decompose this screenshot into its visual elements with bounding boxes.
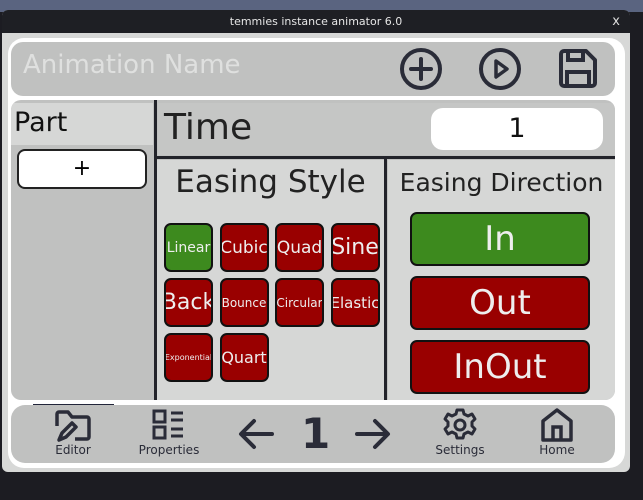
easing-direction-in-button[interactable]: In (410, 212, 590, 266)
editor-tab[interactable]: Editor (33, 407, 113, 457)
animation-name-bar: Animation Name (11, 42, 615, 96)
easing-style-linear-button[interactable]: Linear (164, 223, 213, 272)
window-title: temmies instance animator 6.0 (229, 15, 403, 28)
title-bar: temmies instance animator 6.0 x (2, 10, 630, 33)
divider (384, 159, 387, 400)
properties-tab[interactable]: Properties (129, 407, 209, 457)
main-panel: Part + Time 1 Easing Style Linear Cubic Qu… (11, 100, 615, 400)
add-part-button[interactable]: + (17, 149, 147, 189)
easing-direction-panel: Easing Direction In Out InOut (388, 160, 615, 400)
home-icon (541, 408, 573, 442)
settings-label: Settings (435, 443, 485, 457)
easing-style-bounce-button[interactable]: Bounce (219, 278, 269, 327)
add-icon[interactable] (398, 46, 444, 92)
easing-style-quart-button[interactable]: Quart (219, 333, 269, 382)
save-icon[interactable] (555, 46, 601, 92)
time-label: Time (164, 107, 253, 148)
home-label: Home (539, 443, 575, 457)
animation-name-placeholder: Animation Name (23, 50, 241, 80)
easing-style-quad-button[interactable]: Quad (275, 223, 324, 272)
easing-direction-out-button[interactable]: Out (410, 276, 590, 330)
part-header: Part (11, 103, 153, 145)
list-icon (152, 409, 183, 440)
gear-icon (443, 408, 477, 440)
easing-style-title: Easing Style (175, 164, 366, 200)
close-button[interactable]: x (612, 10, 620, 33)
page-number: 1 (301, 409, 331, 458)
properties-label: Properties (138, 443, 200, 457)
easing-style-panel: Easing Style Linear Cubic Quad Sine Back Boun… (157, 160, 384, 400)
easing-style-cubic-button[interactable]: Cubic (219, 223, 269, 272)
time-header: Time 1 (158, 103, 615, 155)
time-input[interactable]: 1 (431, 108, 603, 150)
settings-tab[interactable]: Settings (420, 407, 500, 457)
play-icon[interactable] (477, 46, 523, 92)
folder-edit-icon (55, 410, 91, 442)
editor-label: Editor (55, 443, 91, 457)
easing-direction-inout-button[interactable]: InOut (410, 340, 590, 394)
home-tab[interactable]: Home (517, 407, 597, 457)
easing-style-exponential-button[interactable]: Exponential (164, 333, 213, 382)
next-arrow-icon[interactable] (353, 417, 393, 451)
easing-style-sine-button[interactable]: Sine (330, 223, 380, 272)
easing-style-elastic-button[interactable]: Elastic (330, 278, 380, 327)
easing-style-circular-button[interactable]: Circular (275, 278, 324, 327)
easing-direction-title: Easing Direction (399, 168, 604, 197)
easing-style-back-button[interactable]: Back (164, 278, 213, 327)
bottom-nav: Editor Properties 1 Settings Home (11, 405, 615, 463)
prev-arrow-icon[interactable] (236, 417, 276, 451)
